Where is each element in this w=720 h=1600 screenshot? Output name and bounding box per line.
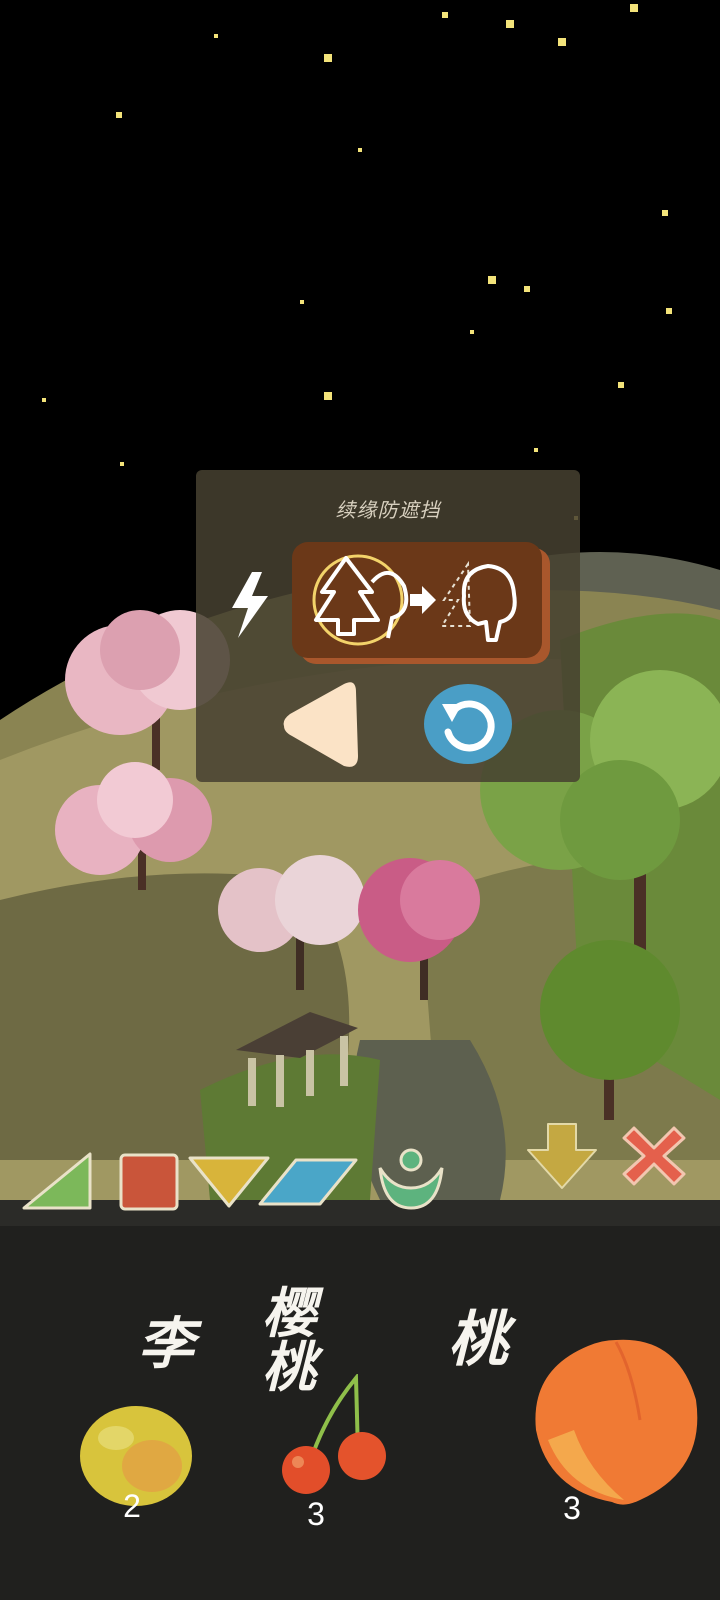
red-square-piece[interactable] <box>118 1152 180 1212</box>
green-person-piece[interactable] <box>376 1146 446 1212</box>
star <box>116 112 122 118</box>
star <box>214 34 218 38</box>
star <box>358 148 362 152</box>
star <box>324 54 332 62</box>
star <box>300 300 304 304</box>
peach-fruit[interactable] <box>528 1330 704 1510</box>
star <box>442 12 448 18</box>
fruit-panel: 李 2 樱桃 3 桃 3 <box>0 1226 720 1600</box>
star <box>42 398 46 402</box>
fruit-count-peach: 3 <box>563 1490 581 1526</box>
star <box>506 20 514 28</box>
fruit-label-peach: 桃 <box>448 1305 508 1375</box>
anti-occlusion-popup: 续缘防遮挡 <box>196 470 580 782</box>
close-button[interactable] <box>620 1122 688 1190</box>
fruit-count-cherry: 3 <box>307 1496 325 1532</box>
star <box>120 462 124 466</box>
star <box>324 392 332 400</box>
blue-parallelogram-piece[interactable] <box>256 1156 360 1208</box>
star <box>666 308 672 314</box>
popup-title: 续缘防遮挡 <box>335 498 441 522</box>
star <box>618 382 624 388</box>
star <box>558 38 566 46</box>
down-arrow-button[interactable] <box>524 1120 600 1192</box>
tree-swap-icon[interactable] <box>292 542 542 658</box>
cherry-fruit[interactable] <box>276 1374 392 1498</box>
star <box>630 4 638 12</box>
fruit-label-plum: 李 <box>138 1311 194 1377</box>
star <box>524 286 530 292</box>
fruit-count-plum: 2 <box>123 1488 141 1524</box>
triangle-left-icon[interactable] <box>274 676 370 772</box>
star <box>662 210 668 216</box>
star <box>488 276 496 284</box>
refresh-icon[interactable] <box>424 684 512 764</box>
green-triangle-piece[interactable] <box>20 1150 94 1212</box>
star <box>470 330 474 334</box>
lightning-icon <box>232 572 268 638</box>
star <box>534 448 538 452</box>
